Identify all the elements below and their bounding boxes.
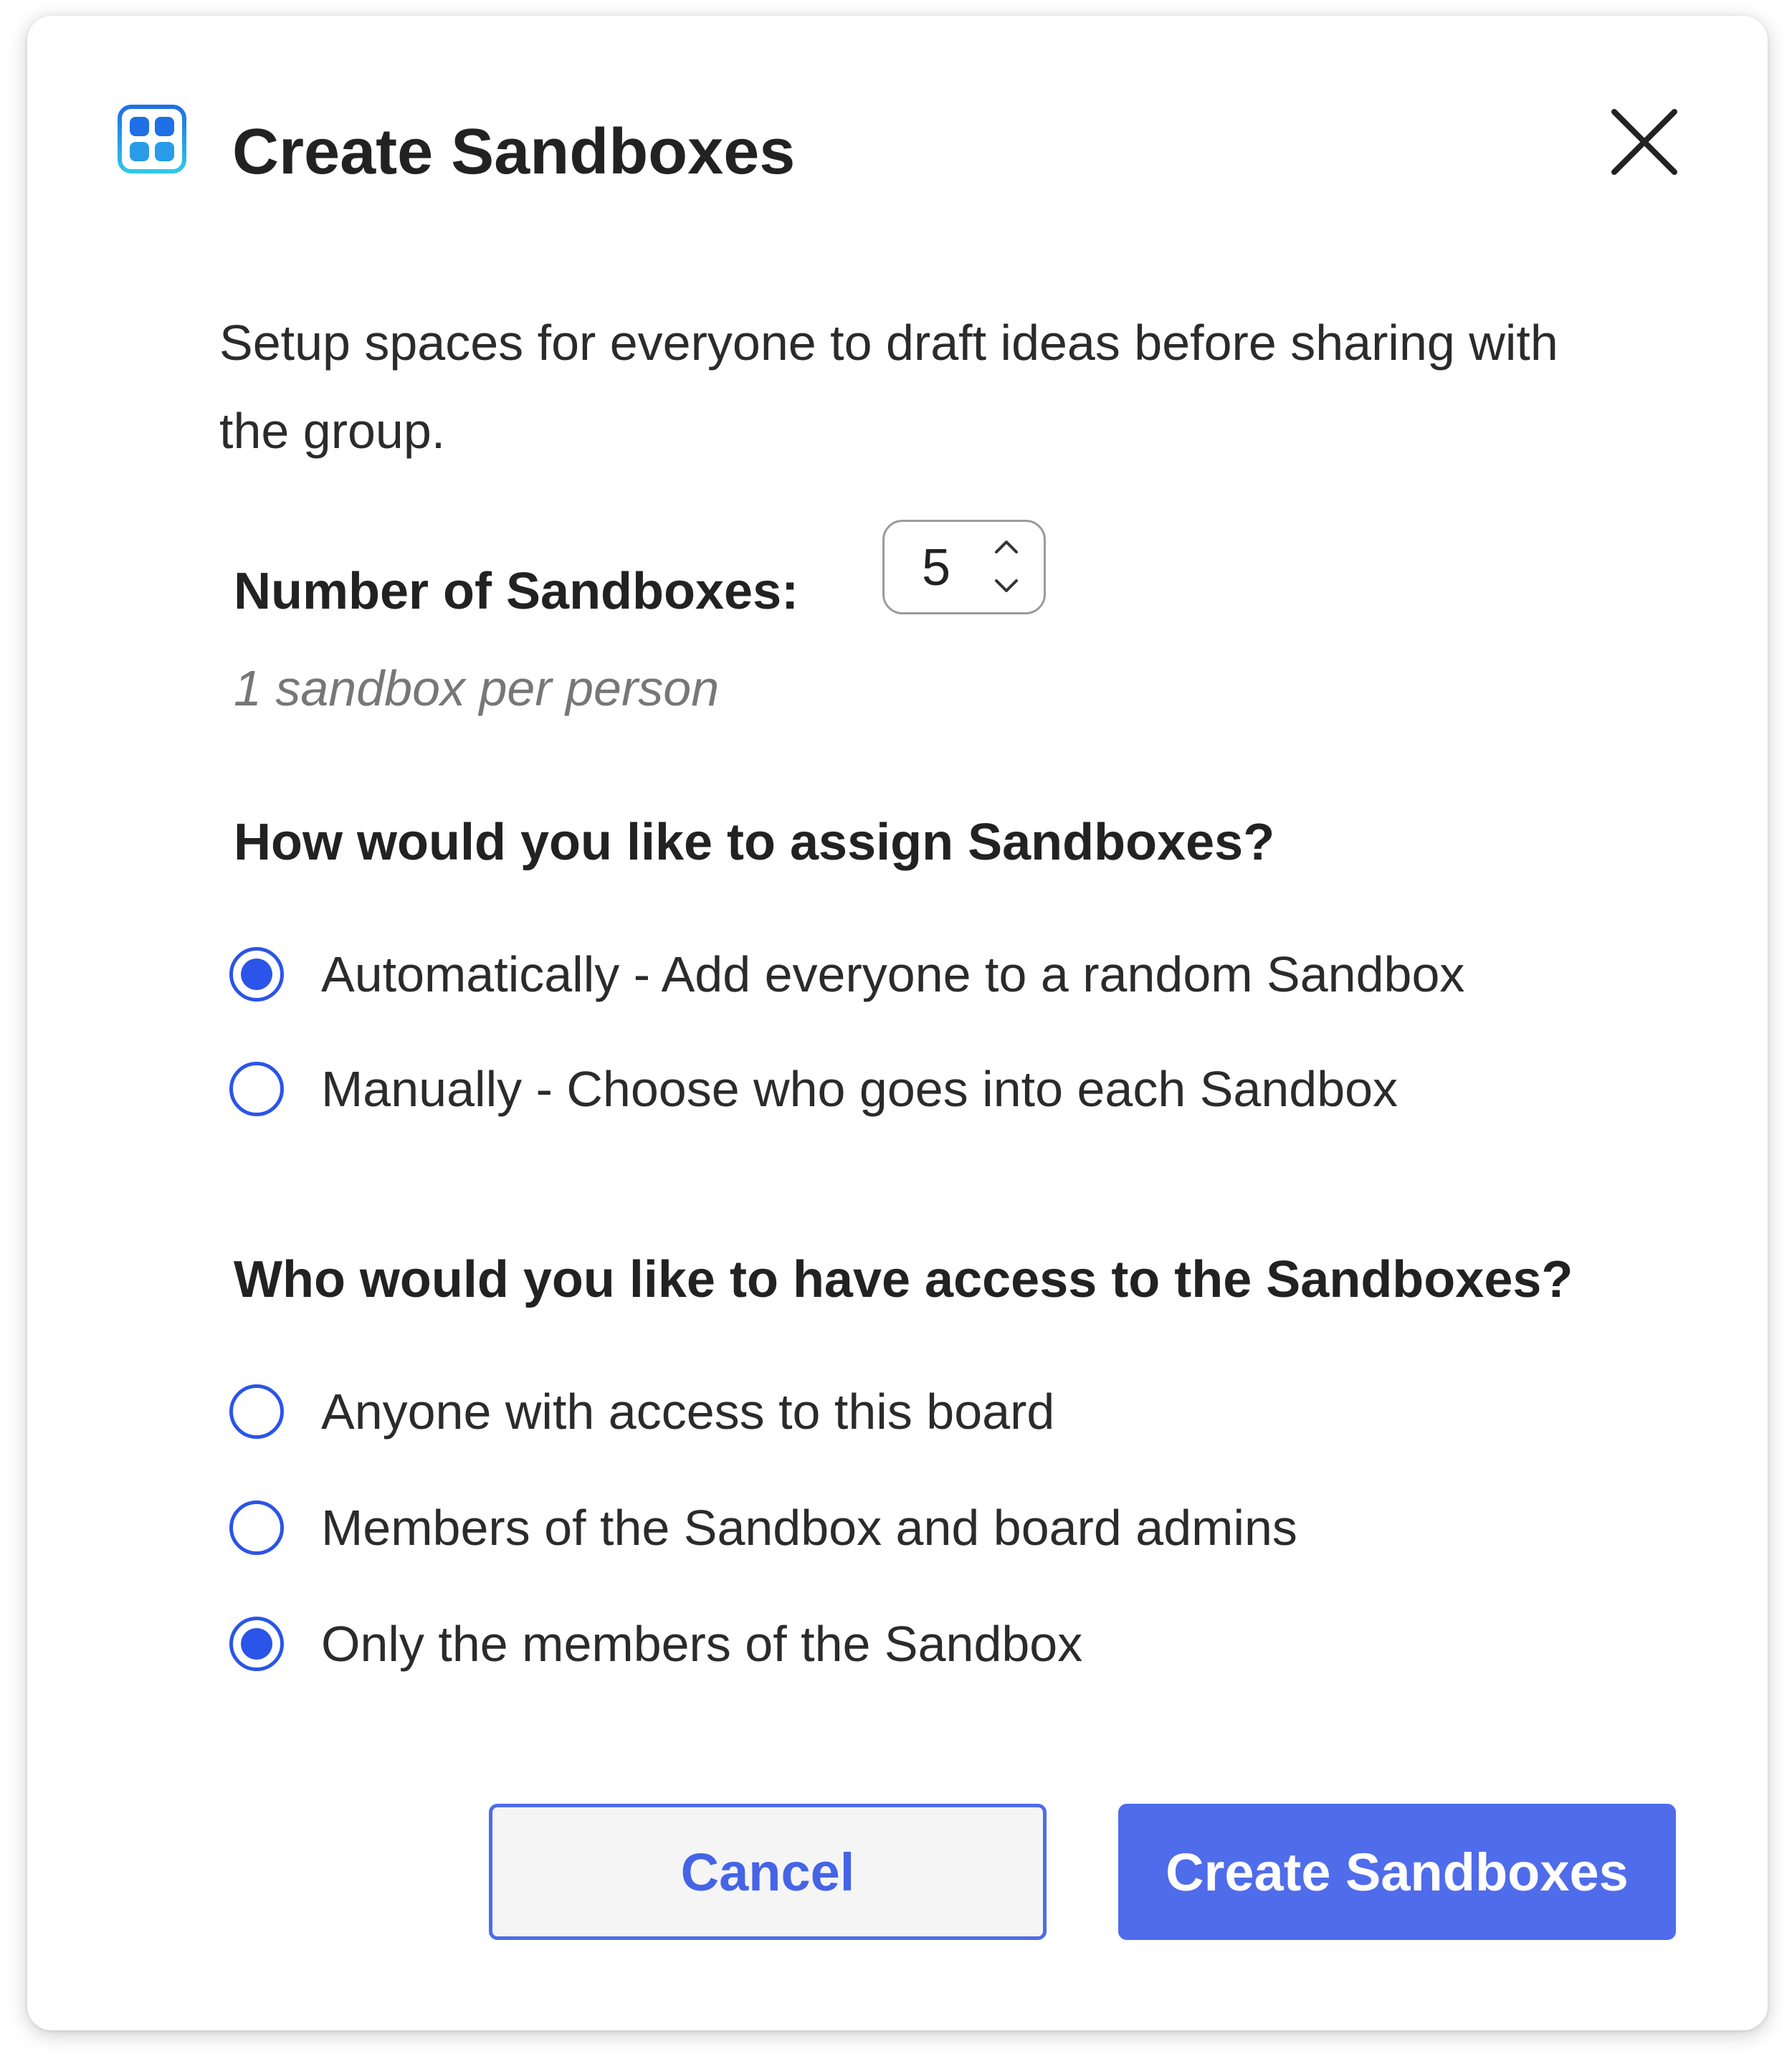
radio-button[interactable] bbox=[229, 1062, 284, 1116]
close-button[interactable] bbox=[1604, 102, 1684, 182]
assign-option-automatically[interactable]: Automatically - Add everyone to a random… bbox=[229, 938, 1464, 1010]
radio-label: Automatically - Add everyone to a random… bbox=[321, 946, 1465, 1002]
stepper-increment-button[interactable] bbox=[991, 532, 1022, 561]
sandbox-count-hint: 1 sandbox per person bbox=[234, 660, 720, 716]
dialog-title: Create Sandboxes bbox=[232, 116, 796, 188]
assign-heading: How would you like to assign Sandboxes? bbox=[234, 814, 1275, 871]
chevron-up-icon bbox=[995, 541, 1018, 553]
radio-label: Only the members of the Sandbox bbox=[321, 1616, 1083, 1672]
sandbox-count-label: Number of Sandboxes: bbox=[234, 563, 799, 620]
sandbox-count-stepper[interactable]: 5 bbox=[882, 520, 1046, 614]
assign-option-manually[interactable]: Manually - Choose who goes into each San… bbox=[229, 1053, 1398, 1125]
access-option-anyone[interactable]: Anyone with access to this board bbox=[229, 1376, 1054, 1447]
create-sandboxes-button[interactable]: Create Sandboxes bbox=[1118, 1804, 1676, 1940]
access-heading: Who would you like to have access to the… bbox=[234, 1251, 1573, 1308]
radio-label: Manually - Choose who goes into each San… bbox=[321, 1061, 1398, 1117]
access-option-members-and-admins[interactable]: Members of the Sandbox and board admins bbox=[229, 1492, 1297, 1564]
close-icon bbox=[1611, 109, 1677, 175]
access-option-members-only[interactable]: Only the members of the Sandbox bbox=[229, 1608, 1082, 1680]
stepper-decrement-button[interactable] bbox=[991, 572, 1022, 601]
chevron-down-icon bbox=[995, 579, 1018, 592]
radio-button[interactable] bbox=[229, 1500, 284, 1555]
create-sandboxes-dialog: Create Sandboxes Setup spaces for everyo… bbox=[27, 16, 1768, 2030]
radio-button[interactable] bbox=[229, 1617, 284, 1671]
radio-label: Anyone with access to this board bbox=[321, 1384, 1055, 1440]
radio-button[interactable] bbox=[229, 1384, 284, 1439]
sandbox-grid-icon bbox=[118, 105, 186, 173]
cancel-button[interactable]: Cancel bbox=[489, 1804, 1047, 1940]
radio-button[interactable] bbox=[229, 947, 284, 1002]
sandbox-count-value[interactable]: 5 bbox=[922, 533, 950, 602]
dialog-description: Setup spaces for everyone to draft ideas… bbox=[219, 315, 1558, 459]
radio-label: Members of the Sandbox and board admins bbox=[321, 1500, 1297, 1556]
